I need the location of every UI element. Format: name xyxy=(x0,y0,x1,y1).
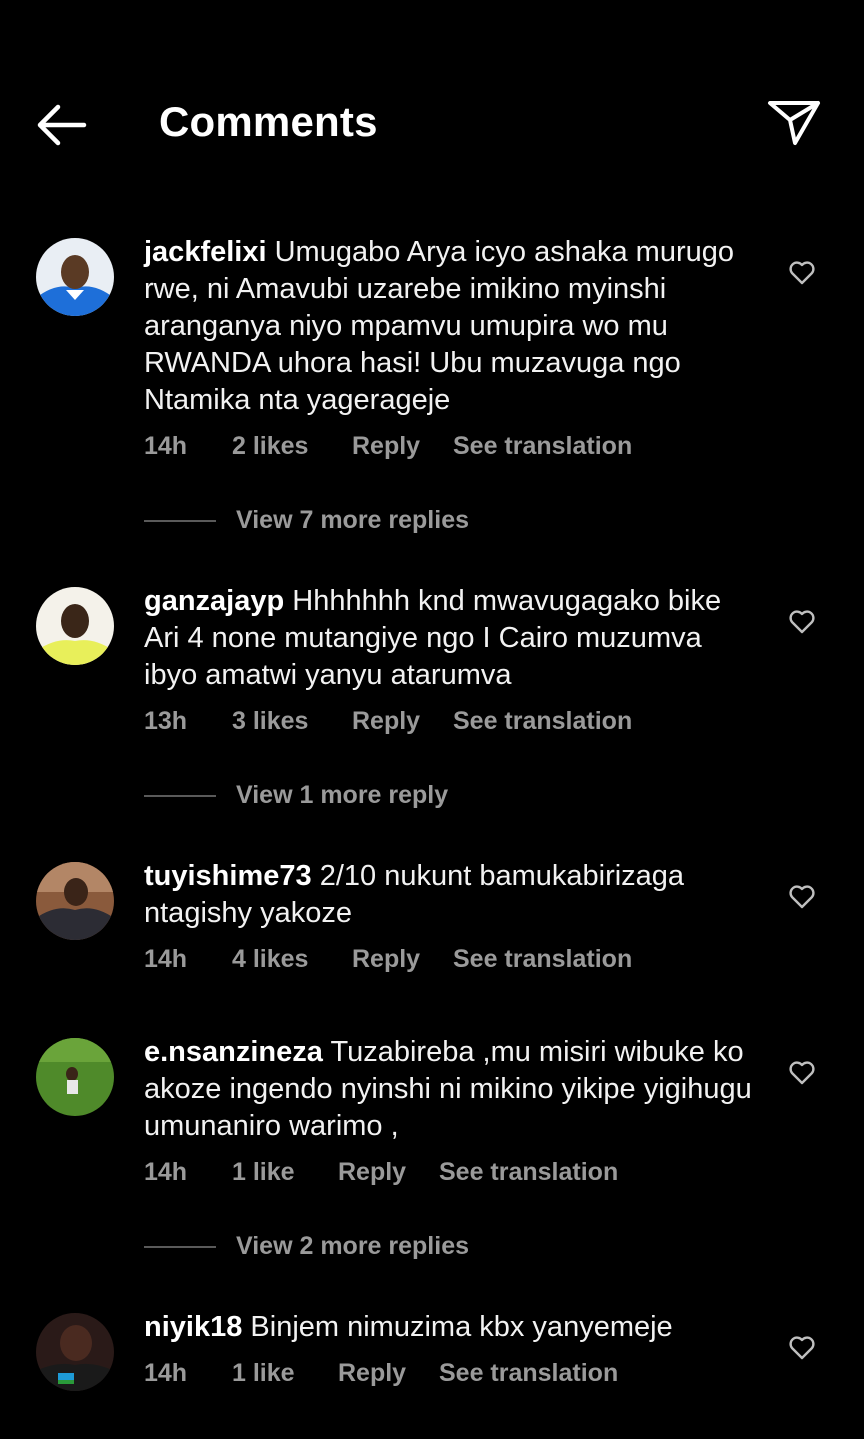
like-heart-icon[interactable] xyxy=(788,260,816,286)
comment-time: 14h xyxy=(144,1158,188,1186)
comment-username[interactable]: e.nsanzineza xyxy=(144,1036,323,1068)
reply-button[interactable]: Reply xyxy=(352,432,420,461)
avatar[interactable] xyxy=(36,1313,114,1391)
header: Comments xyxy=(0,0,864,200)
comment-username[interactable]: niyik18 xyxy=(144,1311,242,1343)
likes-count[interactable]: 2 likes xyxy=(232,432,308,461)
comment-text: ganzajayp Hhhhhhh knd mwavugagako bike A… xyxy=(144,583,756,694)
like-heart-icon[interactable] xyxy=(788,884,816,910)
avatar[interactable] xyxy=(36,1038,114,1116)
view-replies-button[interactable]: View 1 more reply xyxy=(236,781,448,810)
likes-count[interactable]: 1 like xyxy=(232,1359,295,1388)
comment-username[interactable]: tuyishime73 xyxy=(144,860,312,892)
comment-body: Binjem nimuzima kbx yanyemeje xyxy=(250,1311,673,1343)
comment-time: 14h xyxy=(144,432,188,460)
comment-text: jackfelixi Umugabo Arya icyo ashaka muru… xyxy=(144,234,756,419)
reply-button[interactable]: Reply xyxy=(352,945,420,974)
send-icon[interactable] xyxy=(766,98,822,148)
comment-text: niyik18 Binjem nimuzima kbx yanyemeje xyxy=(144,1309,756,1346)
reply-button[interactable]: Reply xyxy=(352,707,420,736)
avatar[interactable] xyxy=(36,862,114,940)
reply-button[interactable]: Reply xyxy=(338,1158,406,1187)
see-translation-button[interactable]: See translation xyxy=(453,945,632,974)
avatar[interactable] xyxy=(36,587,114,665)
view-replies[interactable]: View 7 more replies xyxy=(144,506,644,536)
comment-text: e.nsanzineza Tuzabireba ,mu misiri wibuk… xyxy=(144,1034,756,1145)
see-translation-button[interactable]: See translation xyxy=(453,707,632,736)
comment-time: 14h xyxy=(144,1359,188,1387)
replies-divider xyxy=(144,520,216,522)
replies-divider xyxy=(144,1246,216,1248)
see-translation-button[interactable]: See translation xyxy=(439,1359,618,1388)
comment-username[interactable]: ganzajayp xyxy=(144,585,284,617)
replies-divider xyxy=(144,795,216,797)
likes-count[interactable]: 1 like xyxy=(232,1158,295,1187)
likes-count[interactable]: 4 likes xyxy=(232,945,308,974)
page-title: Comments xyxy=(159,98,378,145)
view-replies[interactable]: View 1 more reply xyxy=(144,781,644,811)
see-translation-button[interactable]: See translation xyxy=(439,1158,618,1187)
comment-text: tuyishime73 2/10 nukunt bamukabirizaga n… xyxy=(144,858,756,932)
see-translation-button[interactable]: See translation xyxy=(453,432,632,461)
like-heart-icon[interactable] xyxy=(788,1335,816,1361)
view-replies[interactable]: View 2 more replies xyxy=(144,1232,644,1262)
avatar[interactable] xyxy=(36,238,114,316)
view-replies-button[interactable]: View 2 more replies xyxy=(236,1232,469,1261)
back-arrow-icon[interactable] xyxy=(34,102,90,148)
like-heart-icon[interactable] xyxy=(788,609,816,635)
comment-username[interactable]: jackfelixi xyxy=(144,236,267,268)
likes-count[interactable]: 3 likes xyxy=(232,707,308,736)
like-heart-icon[interactable] xyxy=(788,1060,816,1086)
reply-button[interactable]: Reply xyxy=(338,1359,406,1388)
comment-time: 13h xyxy=(144,707,188,735)
view-replies-button[interactable]: View 7 more replies xyxy=(236,506,469,535)
comment-time: 14h xyxy=(144,945,188,973)
